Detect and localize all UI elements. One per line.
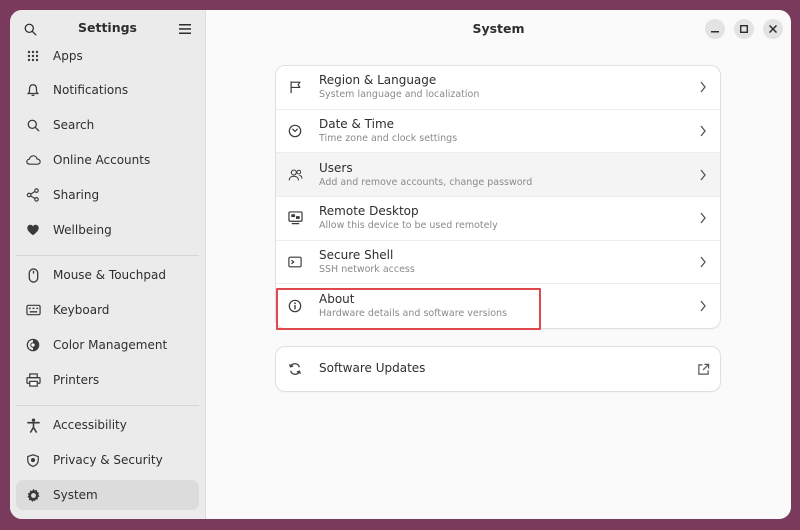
sidebar-item-printers[interactable]: Printers [16, 365, 199, 395]
row-title: Region & Language [319, 73, 437, 88]
menu-button[interactable] [175, 19, 195, 39]
sidebar-item-label: Wellbeing [53, 223, 112, 237]
search-icon [24, 116, 42, 134]
settings-window: Settings Apps Notifications Search Onlin… [10, 10, 791, 519]
main-content: System Region & Language System language… [206, 10, 791, 519]
close-button[interactable] [763, 19, 783, 39]
sidebar-item-wellbeing[interactable]: Wellbeing [16, 215, 199, 245]
row-subtitle: Allow this device to be used remotely [319, 220, 498, 232]
sidebar-item-label: Privacy & Security [53, 453, 163, 467]
row-title: About [319, 292, 355, 307]
maximize-button[interactable] [734, 19, 754, 39]
chevron-right-icon [700, 169, 706, 181]
info-icon [286, 297, 304, 315]
mouse-icon [24, 266, 42, 284]
printer-icon [24, 371, 42, 389]
row-about[interactable]: About Hardware details and software vers… [276, 284, 720, 328]
row-title: Users [319, 160, 353, 175]
users-icon [286, 166, 304, 184]
sidebar-item-label: Search [53, 118, 95, 132]
terminal-icon [286, 253, 304, 271]
sidebar-item-label: Notifications [53, 83, 129, 97]
row-title: Date & Time [319, 117, 395, 132]
clock-icon [286, 122, 304, 140]
hamburger-icon [179, 24, 191, 34]
sidebar-item-sharing[interactable]: Sharing [16, 180, 199, 210]
row-title: Remote Desktop [319, 204, 419, 219]
minimize-icon [711, 31, 719, 33]
sidebar-separator [16, 405, 199, 406]
row-subtitle: SSH network access [319, 264, 415, 276]
sidebar-item-label: Printers [53, 373, 100, 387]
sidebar-item-label: Color Management [53, 338, 168, 352]
sidebar-item-label: Keyboard [53, 303, 110, 317]
remote-desktop-icon [286, 209, 304, 227]
sidebar-item-label: Sharing [53, 188, 100, 202]
refresh-icon [286, 360, 304, 378]
bell-icon [24, 81, 42, 99]
sidebar-item-color-management[interactable]: Color Management [16, 330, 199, 360]
row-secure-shell[interactable]: Secure Shell SSH network access [276, 241, 720, 285]
sidebar-item-search[interactable]: Search [16, 110, 199, 140]
cloud-icon [24, 151, 42, 169]
privacy-icon [24, 451, 42, 469]
sidebar-list: Apps Notifications Search Online Account… [10, 46, 205, 519]
sidebar-item-label: Online Accounts [53, 153, 151, 167]
row-software-updates[interactable]: Software Updates [276, 347, 720, 391]
row-title: Software Updates [319, 361, 426, 376]
row-subtitle: Time zone and clock settings [319, 133, 458, 145]
row-subtitle: Add and remove accounts, change password [319, 176, 533, 188]
sidebar-item-accessibility[interactable]: Accessibility [16, 410, 199, 440]
maximize-icon [740, 25, 748, 33]
sidebar-item-keyboard[interactable]: Keyboard [16, 295, 199, 325]
row-users[interactable]: Users Add and remove accounts, change pa… [276, 153, 720, 198]
sidebar-item-label: System [53, 488, 98, 502]
system-settings-list: Region & Language System language and lo… [276, 66, 720, 329]
page-title: System [472, 21, 525, 36]
sidebar: Settings Apps Notifications Search Onlin… [10, 10, 206, 519]
sidebar-item-privacy-security[interactable]: Privacy & Security [16, 445, 199, 475]
row-subtitle: System language and localization [319, 89, 480, 101]
minimize-button[interactable] [705, 19, 725, 39]
wellbeing-icon [24, 221, 42, 239]
close-icon [769, 25, 777, 33]
chevron-right-icon [700, 81, 706, 93]
chevron-right-icon [700, 256, 706, 268]
software-updates-card: Software Updates [276, 347, 720, 391]
sidebar-item-label: Accessibility [53, 418, 127, 432]
row-remote-desktop[interactable]: Remote Desktop Allow this device to be u… [276, 197, 720, 241]
keyboard-icon [24, 301, 42, 319]
apps-icon [24, 47, 42, 65]
sidebar-separator [16, 255, 199, 256]
external-link-icon [698, 363, 710, 375]
sidebar-item-label: Apps [53, 49, 83, 63]
flag-icon [286, 78, 304, 96]
gear-icon [24, 486, 42, 504]
sidebar-item-mouse-touchpad[interactable]: Mouse & Touchpad [16, 260, 199, 290]
sidebar-item-label: Mouse & Touchpad [53, 268, 166, 282]
sidebar-item-notifications[interactable]: Notifications [16, 75, 199, 105]
row-region-language[interactable]: Region & Language System language and lo… [276, 66, 720, 110]
row-date-time[interactable]: Date & Time Time zone and clock settings [276, 110, 720, 154]
color-icon [24, 336, 42, 354]
row-subtitle: Hardware details and software versions [319, 308, 508, 320]
row-title: Secure Shell [319, 248, 394, 263]
sidebar-item-apps[interactable]: Apps [16, 41, 199, 71]
accessibility-icon [24, 416, 42, 434]
share-icon [24, 186, 42, 204]
chevron-right-icon [700, 213, 706, 224]
chevron-right-icon [700, 125, 706, 137]
chevron-right-icon [700, 300, 706, 312]
sidebar-item-system[interactable]: System [16, 480, 199, 510]
sidebar-item-online-accounts[interactable]: Online Accounts [16, 145, 199, 175]
